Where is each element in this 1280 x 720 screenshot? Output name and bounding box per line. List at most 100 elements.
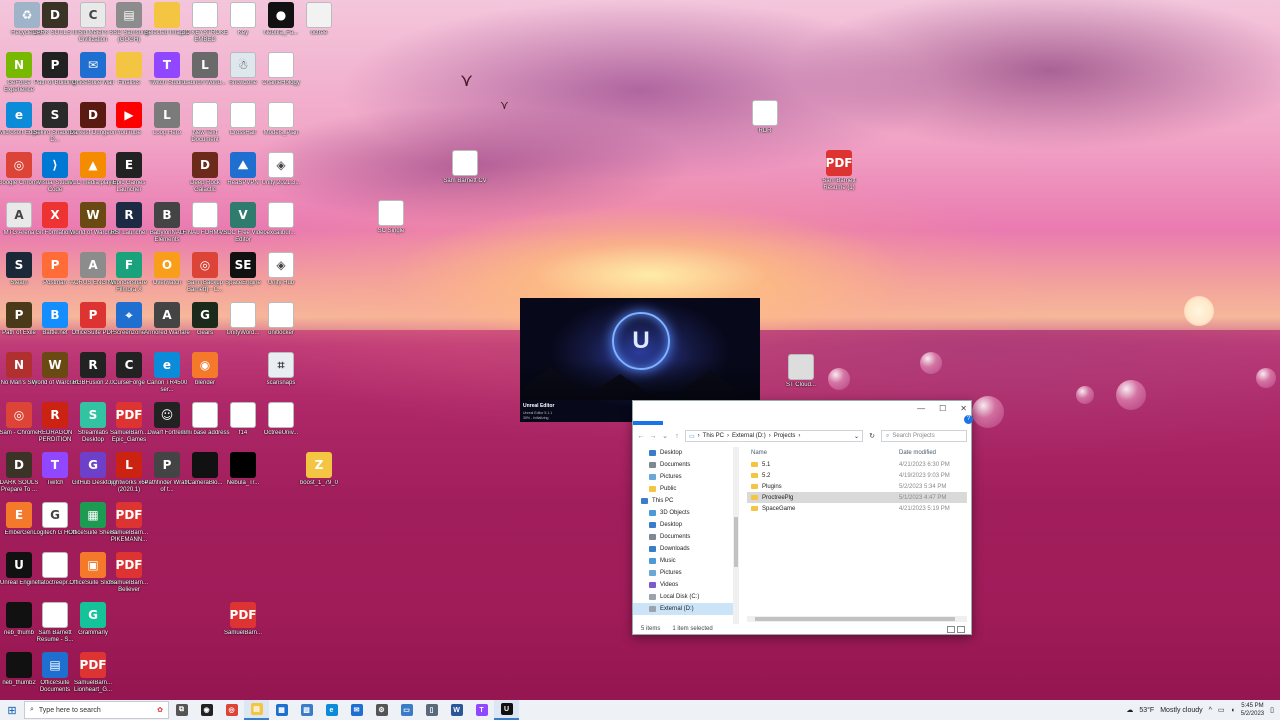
scroll-thumb[interactable] xyxy=(755,617,955,621)
taskbar-app[interactable]: ✉ xyxy=(344,700,369,720)
taskbar-app[interactable]: T xyxy=(469,700,494,720)
desktop-icon[interactable]: PDF SamuelBarn... Lionheart_G... xyxy=(68,652,118,702)
desktop-icon-label: excalibur... xyxy=(266,230,296,236)
desktop-icon[interactable]: Nebula_Tr... xyxy=(218,452,268,502)
store-icon: ▦ xyxy=(275,704,288,716)
nav-item[interactable]: External (D:) xyxy=(633,603,738,615)
desktop-icon[interactable]: unitlocker xyxy=(256,302,306,352)
taskbar-app[interactable]: ⚙ xyxy=(369,700,394,720)
desktop-icon[interactable]: ⌗ scansnaps xyxy=(256,352,306,402)
desktop-icon[interactable]: CharlieHology xyxy=(256,52,306,102)
recent-chevron-icon[interactable]: ⌄ xyxy=(661,432,669,440)
forward-arrow-icon[interactable]: → xyxy=(649,433,657,440)
horizontal-scrollbar[interactable] xyxy=(747,616,967,622)
large-icons-view-icon[interactable] xyxy=(957,626,965,633)
nav-item-label: Desktop xyxy=(660,450,683,456)
taskbar-app[interactable]: W xyxy=(444,700,469,720)
nav-item[interactable]: Pictures xyxy=(633,471,738,483)
address-bar[interactable]: ▭ › This PC › External (D:) › Projects ›… xyxy=(685,430,863,442)
nav-item[interactable]: Videos xyxy=(633,579,738,591)
file-row[interactable]: SpaceGame 4/21/2023 5:19 PM xyxy=(747,503,967,514)
desktop-icon[interactable]: RDR xyxy=(740,100,790,150)
desktop-icon[interactable]: PDF SamuelBarn... Believer xyxy=(104,552,154,602)
taskbar-app[interactable]: ▯ xyxy=(419,700,444,720)
epic-games-icon: E xyxy=(116,152,142,178)
taskbar-app[interactable]: e xyxy=(319,700,344,720)
volume-icon[interactable]: ◖ xyxy=(1231,707,1235,714)
file-explorer-window[interactable]: — ☐ ✕ ? ← → ⌄ ↑ ▭ › This PC › External (… xyxy=(632,400,973,635)
clock[interactable]: 5:45 PM 5/2/2023 xyxy=(1241,702,1264,718)
nav-item[interactable]: Public xyxy=(633,483,738,495)
nav-item[interactable]: Documents xyxy=(633,459,738,471)
maximize-button[interactable]: ☐ xyxy=(939,404,946,413)
desktop-icon[interactable]: SC Single xyxy=(366,200,416,250)
network-icon[interactable]: ▭ xyxy=(1218,706,1225,714)
scroll-thumb[interactable] xyxy=(734,517,738,567)
start-button[interactable]: ⊞ xyxy=(0,700,24,720)
file-row[interactable]: Plugins 5/2/2023 5:34 PM xyxy=(747,481,967,492)
breadcrumb-projects[interactable]: Projects xyxy=(774,433,796,439)
desktop-icon[interactable]: PDF SamuelBarn... PIKEMANN... xyxy=(104,502,154,552)
file-row[interactable]: 5.2 4/19/2023 9:03 PM xyxy=(747,470,967,481)
redragon-icon: R xyxy=(42,402,68,428)
file-row[interactable]: ProctreePlg 5/1/2023 4:47 PM xyxy=(747,492,967,503)
notifications-icon[interactable]: ▯ xyxy=(1270,706,1274,714)
address-dropdown-icon[interactable]: ⌄ xyxy=(854,433,859,440)
desktop-icon[interactable]: E Epic Games Launcher xyxy=(104,152,154,202)
nav-item[interactable]: Desktop xyxy=(633,447,738,459)
navigation-pane[interactable]: Desktop Documents Pictures Public This PC 3D … xyxy=(633,447,739,624)
nav-item[interactable]: 3D Objects xyxy=(633,507,738,519)
desktop-icon[interactable]: ST Cloud... xyxy=(776,354,826,404)
breadcrumb-external[interactable]: External (D:) xyxy=(732,433,766,439)
nav-item[interactable]: Local Disk (C:) xyxy=(633,591,738,603)
ribbon-accent xyxy=(633,421,663,425)
weather-temp[interactable]: 53°F xyxy=(1139,707,1154,714)
search-input[interactable]: ⌕ Search Projects xyxy=(881,430,967,442)
desktop-icon[interactable]: octree xyxy=(294,2,344,52)
nav-item[interactable]: Music xyxy=(633,555,738,567)
taskbar-app[interactable]: ▦ xyxy=(269,700,294,720)
desktop-icon[interactable]: Sam Barnett CV xyxy=(440,150,490,200)
nav-scrollbar[interactable] xyxy=(733,447,739,624)
taskbar-app[interactable]: ⧉ xyxy=(169,700,194,720)
column-name[interactable]: Name xyxy=(747,450,899,456)
taskbar-app[interactable]: U xyxy=(494,700,519,720)
nav-item[interactable]: Documents xyxy=(633,531,738,543)
desktop-icon[interactable]: OctreeUniv... xyxy=(256,402,306,452)
desktop-icon[interactable]: ◈ Unity 2021.3... xyxy=(256,152,306,202)
nav-item[interactable]: This PC xyxy=(633,495,738,507)
taskbar-app[interactable]: ▧ xyxy=(294,700,319,720)
minimize-button[interactable]: — xyxy=(917,404,925,413)
nav-item[interactable]: Downloads xyxy=(633,543,738,555)
file-row[interactable]: 5.1 4/21/2023 6:30 PM xyxy=(747,459,967,470)
desktop-icon[interactable]: Zboost_1_79_0 xyxy=(294,452,344,502)
desktop-icon[interactable]: PDF SamuelBarn... xyxy=(218,602,268,652)
tray-chevron-icon[interactable]: ^ xyxy=(1209,707,1212,714)
desktop-icon[interactable]: G Grammarly xyxy=(68,602,118,652)
explorer-titlebar[interactable]: — ☐ ✕ ? xyxy=(633,401,973,425)
help-icon[interactable]: ? xyxy=(964,415,973,424)
back-arrow-icon[interactable]: ← xyxy=(637,433,645,440)
desktop-icon[interactable]: ◉ blender xyxy=(180,352,230,402)
taskbar-app[interactable]: ▭ xyxy=(394,700,419,720)
file-list[interactable]: Name Date modified 5.1 4/21/2023 6:30 PM 5… xyxy=(747,447,967,624)
desktop-icon[interactable]: PDF Sam Barnett Resume (1) xyxy=(814,150,864,200)
column-date[interactable]: Date modified xyxy=(899,450,936,456)
nav-item[interactable]: Desktop xyxy=(633,519,738,531)
weather-desc[interactable]: Mostly cloudy xyxy=(1160,707,1202,714)
nav-item[interactable]: Pictures xyxy=(633,567,738,579)
desktop-icon[interactable]: Models_Plan xyxy=(256,102,306,152)
desktop-icon[interactable]: excalibur... xyxy=(256,202,306,252)
refresh-icon[interactable]: ↻ xyxy=(867,432,877,440)
up-arrow-icon[interactable]: ↑ xyxy=(673,433,681,440)
taskbar-app[interactable]: ◎ xyxy=(219,700,244,720)
desktop-icon[interactable]: ◈ Unity Hub xyxy=(256,252,306,302)
weather-icon[interactable]: ☁ xyxy=(1126,706,1133,714)
details-view-icon[interactable] xyxy=(947,626,955,633)
taskbar-search-box[interactable]: ⌕ Type here to search ✿ xyxy=(24,701,169,719)
breadcrumb-this-pc[interactable]: This PC xyxy=(703,433,724,439)
taskbar-app[interactable]: ▤ xyxy=(244,700,269,720)
pdf-icon: PDF xyxy=(230,602,256,628)
taskbar-app[interactable]: ◉ xyxy=(194,700,219,720)
close-button[interactable]: ✕ xyxy=(960,404,967,413)
